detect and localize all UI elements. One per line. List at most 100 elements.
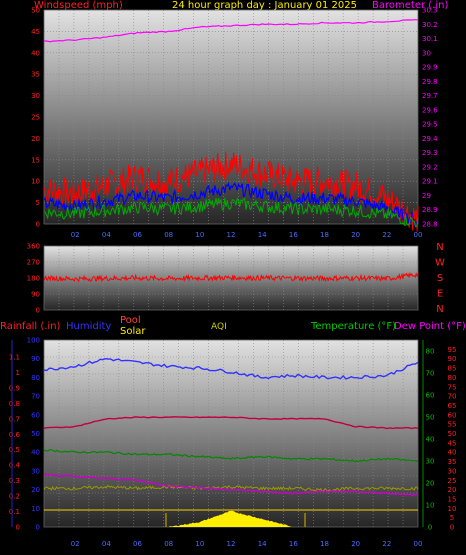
x-tick-label: 02 xyxy=(71,540,80,548)
dewpoint-tick-label: 65 xyxy=(448,402,457,410)
dewpoint-tick-label: 40 xyxy=(448,449,457,457)
temperature-tick-label: 0 xyxy=(428,524,432,532)
compass-label: W xyxy=(435,258,445,269)
x-tick-label: 12 xyxy=(227,231,236,239)
windspeed-tick-label: 20 xyxy=(31,135,40,143)
x-tick-label: 06 xyxy=(133,231,142,239)
windspeed-tick-label: 35 xyxy=(31,71,40,79)
barometer-tick-label: 30.3 xyxy=(422,7,438,15)
rainfall-tick-label: 0.5 xyxy=(9,446,20,454)
x-tick-label: 18 xyxy=(320,540,329,548)
humidity-tick-label: 90 xyxy=(31,355,40,363)
humidity-tick-label: 100 xyxy=(27,337,40,345)
dewpoint-tick-label: 85 xyxy=(448,365,457,373)
dewpoint-tick-label: 55 xyxy=(448,421,457,429)
humidity-tick-label: 60 xyxy=(31,411,40,419)
temperature-tick-label: 60 xyxy=(426,392,435,400)
dewpoint-tick-label: 45 xyxy=(448,439,457,447)
barometer-tick-label: 29.9 xyxy=(422,64,438,72)
dewpoint-tick-label: 90 xyxy=(448,355,457,363)
barometer-tick-label: 29.8 xyxy=(422,78,438,86)
x-tick-label: 06 xyxy=(133,540,142,548)
dewpoint-tick-label: 15 xyxy=(448,495,457,503)
humidity-tick-label: 40 xyxy=(31,449,40,457)
barometer-tick-label: 29.3 xyxy=(422,149,438,157)
barometer-tick-label: 29.6 xyxy=(422,106,438,114)
temperature-tick-label: 80 xyxy=(426,348,435,356)
direction-tick-label: 0 xyxy=(36,307,40,315)
barometer-tick-label: 30.2 xyxy=(422,21,438,29)
barometer-tick-label: 30 xyxy=(422,49,431,57)
windspeed-tick-label: 40 xyxy=(31,49,40,57)
humidity-tick-label: 70 xyxy=(31,393,40,401)
x-tick-label: 00 xyxy=(414,540,423,548)
dewpoint-tick-label: 80 xyxy=(448,374,457,382)
windspeed-tick-label: 0 xyxy=(36,221,40,229)
rainfall-tick-label: 1 xyxy=(16,369,20,377)
rainfall-tick-label: 1.1 xyxy=(9,354,20,362)
x-tick-label: 20 xyxy=(351,540,360,548)
x-tick-label: 10 xyxy=(195,540,204,548)
windspeed-tick-label: 30 xyxy=(31,92,40,100)
compass-label: N xyxy=(436,304,443,315)
x-tick-label: 02 xyxy=(71,231,80,239)
temperature-tick-label: 30 xyxy=(426,458,435,466)
dewpoint-tick-label: 10 xyxy=(448,505,457,513)
dewpoint-tick-label: 20 xyxy=(448,486,457,494)
humidity-tick-label: 0 xyxy=(36,524,40,532)
dewpoint-tick-label: 50 xyxy=(448,430,457,438)
x-tick-label: 22 xyxy=(382,540,391,548)
temperature-tick-label: 70 xyxy=(426,370,435,378)
dewpoint-tick-label: 30 xyxy=(448,467,457,475)
x-tick-label: 20 xyxy=(351,231,360,239)
rainfall-tick-label: 0.8 xyxy=(9,400,20,408)
windspeed-tick-label: 45 xyxy=(31,28,40,36)
x-tick-label: 14 xyxy=(258,231,267,239)
x-tick-label: 16 xyxy=(289,231,298,239)
climate-plot-area xyxy=(44,340,418,527)
compass-label: N xyxy=(436,242,443,253)
compass-label: E xyxy=(437,289,443,300)
humidity-tick-label: 30 xyxy=(31,467,40,475)
windspeed-tick-label: 25 xyxy=(31,114,40,122)
rainfall-tick-label: 0.4 xyxy=(9,462,21,470)
humidity-tick-label: 80 xyxy=(31,374,40,382)
dewpoint-tick-label: 25 xyxy=(448,477,457,485)
rainfall-tick-label: 0.6 xyxy=(9,431,21,439)
humidity-tick-label: 50 xyxy=(31,430,40,438)
weather-charts: 0510152025303540455028.828.92929.129.229… xyxy=(9,7,457,549)
direction-tick-label: 360 xyxy=(27,243,40,251)
temperature-tick-label: 50 xyxy=(426,414,435,422)
temperature-tick-label: 40 xyxy=(426,436,435,444)
barometer-tick-label: 29 xyxy=(422,192,431,200)
x-tick-label: 08 xyxy=(164,540,173,548)
dewpoint-tick-label: 70 xyxy=(448,393,457,401)
barometer-tick-label: 30.1 xyxy=(422,35,438,43)
direction-tick-label: 270 xyxy=(27,259,40,267)
barometer-tick-label: 29.7 xyxy=(422,92,438,100)
windspeed-tick-label: 15 xyxy=(31,156,40,164)
dewpoint-tick-label: 35 xyxy=(448,458,457,466)
x-tick-label: 18 xyxy=(320,231,329,239)
rainfall-tick-label: 0 xyxy=(16,524,20,532)
barometer-tick-label: 29.1 xyxy=(422,178,438,186)
dewpoint-tick-label: 60 xyxy=(448,411,457,419)
rainfall-tick-label: 0.9 xyxy=(9,384,20,392)
x-tick-label: 16 xyxy=(289,540,298,548)
weather-graph-page: Windspeed (mph) 24 hour graph day : Janu… xyxy=(0,0,466,555)
dewpoint-tick-label: 0 xyxy=(450,524,454,532)
barometer-tick-label: 29.5 xyxy=(422,121,438,129)
x-tick-label: 08 xyxy=(164,231,173,239)
rainfall-tick-label: 0.7 xyxy=(9,415,20,423)
barometer-tick-label: 29.2 xyxy=(422,163,438,171)
dewpoint-tick-label: 5 xyxy=(450,514,454,522)
windspeed-tick-label: 10 xyxy=(31,178,40,186)
dewpoint-tick-label: 95 xyxy=(448,346,457,354)
temperature-tick-label: 20 xyxy=(426,480,435,488)
humidity-tick-label: 20 xyxy=(31,486,40,494)
humidity-tick-label: 10 xyxy=(31,505,40,513)
barometer-tick-label: 29.4 xyxy=(422,135,438,143)
compass-label: S xyxy=(437,273,443,284)
x-tick-label: 04 xyxy=(102,540,111,548)
x-tick-label: 22 xyxy=(382,231,391,239)
